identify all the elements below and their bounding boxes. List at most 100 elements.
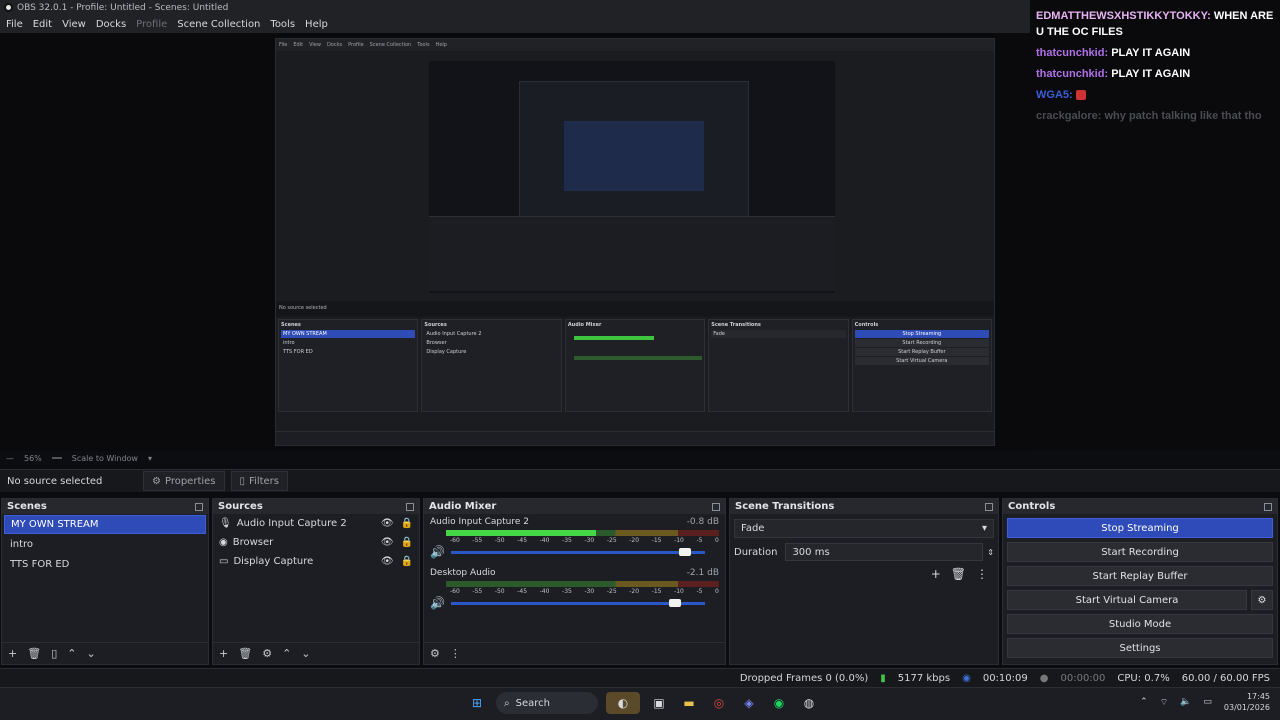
filters-button[interactable]: ▯ Filters [230, 471, 289, 491]
chat-text: why patch talking like that tho [1104, 110, 1262, 122]
speaker-icon[interactable]: 🔈 [1180, 697, 1191, 707]
arrow-down-icon[interactable]: ⌄ [86, 647, 95, 660]
file-explorer-icon[interactable]: ▬ [678, 692, 700, 714]
discord-icon[interactable]: ◈ [738, 692, 760, 714]
gear-icon[interactable]: ⚙ [262, 647, 272, 660]
menu-docks[interactable]: Docks [96, 19, 126, 30]
signal-icon: ▮ [880, 672, 886, 684]
windows-start-icon[interactable]: ⊞ [466, 692, 488, 714]
scene-transitions-dock: Scene Transitions Fade ▾ Duration 300 ms… [729, 498, 999, 665]
minus-icon[interactable]: — [6, 454, 14, 463]
add-icon[interactable]: + [219, 647, 228, 660]
mini-menu-item: File [279, 42, 288, 48]
arrow-down-icon[interactable]: ⌄ [301, 647, 310, 660]
source-item[interactable]: 🎙 Audio Input Capture 2 👁 🔒 [213, 514, 419, 533]
widget-icon[interactable]: ◐ [606, 692, 640, 714]
mixer-footer: ⚙ ⋮ [424, 642, 725, 664]
add-icon[interactable]: + [8, 647, 17, 660]
scene-item[interactable]: TTS FOR ED [4, 555, 206, 574]
spotify-icon[interactable]: ◉ [768, 692, 790, 714]
trash-icon[interactable]: 🗑 [27, 647, 41, 660]
gear-icon[interactable]: ⚙ [1251, 590, 1273, 610]
volume-slider[interactable] [450, 547, 705, 556]
chat-message: thatcunchkid: PLAY IT AGAIN [1036, 45, 1274, 61]
undock-icon[interactable] [195, 502, 203, 511]
chat-text: PLAY IT AGAIN [1111, 68, 1191, 80]
volume-slider[interactable] [450, 598, 705, 607]
source-item[interactable]: ◉ Browser 👁 🔒 [213, 533, 419, 552]
scene-item[interactable]: MY OWN STREAM [4, 515, 206, 534]
lock-icon[interactable]: 🔒 [401, 537, 413, 548]
more-icon[interactable]: ⋮ [976, 567, 988, 581]
menu-help[interactable]: Help [305, 19, 328, 30]
undock-icon[interactable] [985, 502, 993, 511]
menu-profile[interactable]: Profile [136, 19, 167, 30]
meter-tick: -45 [517, 588, 528, 595]
source-label: Audio Input Capture 2 [236, 518, 347, 529]
more-icon[interactable]: ⋮ [450, 647, 461, 660]
speaker-icon[interactable]: 🔊 [430, 545, 445, 559]
mini-menu-item: Profile [348, 42, 364, 48]
meter-tick: -55 [472, 588, 483, 595]
trash-icon[interactable]: 🗑 [238, 647, 252, 660]
mini-source-item: Display Capture [426, 349, 467, 355]
lock-icon[interactable]: 🔒 [401, 518, 413, 529]
battery-icon[interactable]: ▭ [1203, 697, 1212, 707]
speaker-icon[interactable]: 🔊 [430, 596, 445, 610]
taskbar-search[interactable]: ⌕ Search [496, 692, 598, 714]
transition-select[interactable]: Fade ▾ [734, 519, 994, 538]
mini-scene-item: MY OWN STREAM [281, 330, 416, 338]
spin-icon[interactable]: ⇕ [987, 548, 994, 557]
wifi-icon[interactable]: ⌔ [1160, 697, 1168, 708]
start-replay-buffer-button[interactable]: Start Replay Buffer [1007, 566, 1273, 586]
menu-tools[interactable]: Tools [270, 19, 295, 30]
eye-icon[interactable]: 👁 [381, 518, 394, 529]
meter-tick: -40 [539, 588, 550, 595]
volume-knob[interactable] [678, 547, 691, 556]
filters-label: Filters [249, 475, 280, 487]
meter-ticks: -60 -55 -50 -45 -40 -35 -30 -25 -20 -15 -10 -5 0 [450, 588, 719, 595]
zoom-slider[interactable] [51, 457, 62, 459]
properties-button[interactable]: ⚙ Properties [143, 471, 225, 491]
task-view-icon[interactable]: ▣ [648, 692, 670, 714]
trash-icon[interactable]: 🗑 [951, 567, 966, 581]
channel-name: Audio Input Capture 2 [430, 517, 529, 527]
menu-edit[interactable]: Edit [33, 19, 52, 30]
settings-button[interactable]: Settings [1007, 638, 1273, 658]
menu-scene-collection[interactable]: Scene Collection [177, 19, 260, 30]
undock-icon[interactable] [712, 502, 720, 511]
undock-icon[interactable] [1264, 502, 1272, 511]
mini-menu-item: Tools [417, 42, 430, 48]
scale-select[interactable]: Scale to Window [72, 454, 138, 463]
volume-knob[interactable] [668, 598, 681, 607]
mixer-header: Audio Mixer [424, 499, 725, 514]
mixer-title: Audio Mixer [429, 501, 497, 512]
arrow-up-icon[interactable]: ⌃ [67, 647, 76, 660]
scene-item[interactable]: intro [4, 535, 206, 554]
mini-source-item: Browser [426, 340, 447, 346]
start-virtual-camera-button[interactable]: Start Virtual Camera [1007, 590, 1247, 610]
undock-icon[interactable] [406, 502, 414, 511]
obs-icon[interactable]: ◍ [798, 692, 820, 714]
gear-icon[interactable]: ⚙ [430, 647, 440, 660]
source-item[interactable]: ▭ Display Capture 👁 🔒 [213, 552, 419, 571]
chat-username: WGA5: [1036, 89, 1073, 101]
start-recording-button[interactable]: Start Recording [1007, 542, 1273, 562]
duration-field[interactable]: 300 ms [785, 543, 984, 561]
lock-icon[interactable]: 🔒 [401, 556, 413, 567]
chevron-up-icon[interactable]: ⌃ [1140, 697, 1148, 707]
chevron-down-icon[interactable]: ▾ [148, 454, 152, 463]
chrome-icon[interactable]: ◎ [708, 692, 730, 714]
arrow-up-icon[interactable]: ⌃ [282, 647, 291, 660]
menu-bar: File Edit View Docks Profile Scene Colle… [0, 15, 1030, 33]
record-icon: ● [1039, 672, 1049, 684]
menu-file[interactable]: File [6, 19, 23, 30]
studio-mode-button[interactable]: Studio Mode [1007, 614, 1273, 634]
stop-streaming-button[interactable]: Stop Streaming [1007, 518, 1273, 538]
eye-icon[interactable]: 👁 [381, 537, 394, 548]
add-icon[interactable]: + [931, 567, 941, 581]
clock[interactable]: 17:45 03/01/2026 [1224, 691, 1270, 713]
filter-icon[interactable]: ▯ [51, 647, 57, 660]
eye-icon[interactable]: 👁 [381, 556, 394, 567]
menu-view[interactable]: View [62, 19, 86, 30]
